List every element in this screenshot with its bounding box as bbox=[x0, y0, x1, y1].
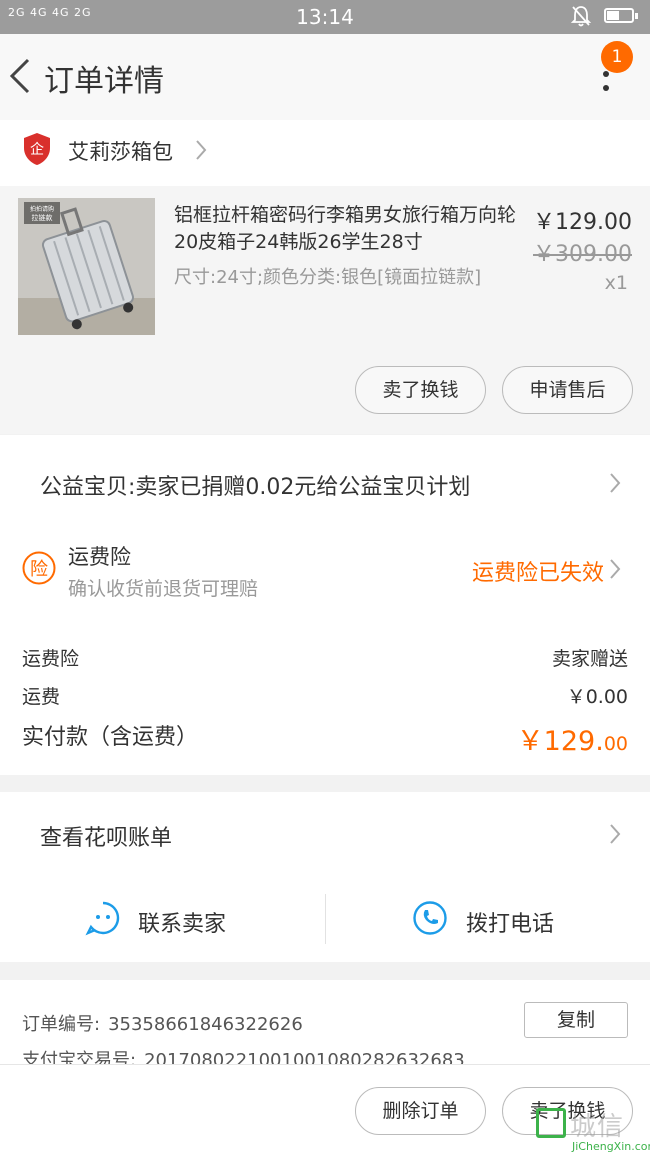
page-title: 订单详情 bbox=[44, 64, 164, 99]
call-label: 拨打电话 bbox=[466, 912, 555, 937]
cost-value: ￥0.00 bbox=[566, 686, 628, 708]
insurance-status: 运费险已失效 bbox=[471, 561, 604, 586]
svg-text:险: 险 bbox=[30, 559, 48, 580]
chevron-right-icon bbox=[610, 824, 621, 844]
shop-name: 艾莉莎箱包 bbox=[68, 140, 173, 164]
chat-face-icon bbox=[85, 901, 120, 936]
insurance-title: 运费险 bbox=[68, 545, 131, 569]
contact-seller-label: 联系卖家 bbox=[138, 912, 227, 937]
chevron-left-icon[interactable] bbox=[6, 54, 36, 98]
alipay-number-label: 支付宝交易号: bbox=[22, 1050, 137, 1064]
delete-order-button[interactable]: 删除订单 bbox=[355, 1087, 486, 1135]
total-value: ￥129.00 bbox=[516, 726, 628, 757]
sell-button[interactable]: 卖了换钱 bbox=[355, 366, 486, 414]
watermark-text: 城信 bbox=[570, 1112, 625, 1142]
order-number-line: 订单编号: 35358661846322626 bbox=[22, 1010, 303, 1036]
alipay-number-value: 2017080221001001080282632683 bbox=[144, 1050, 465, 1064]
product-title[interactable]: 铝框拉杆箱密码行李箱男女旅行箱万向轮20皮箱子24韩版26学生28寸 bbox=[174, 202, 528, 256]
svg-text:企: 企 bbox=[30, 141, 44, 158]
total-label: 实付款（含运费） bbox=[22, 725, 199, 750]
clock: 13:14 bbox=[296, 5, 354, 29]
after-sale-button[interactable]: 申请售后 bbox=[502, 366, 633, 414]
insurance-icon: 险 bbox=[22, 551, 56, 585]
order-item: 拍拍请购 拉链款 铝框拉杆箱密码行李箱男女旅行箱万向轮20皮箱子24韩版26学生… bbox=[0, 186, 650, 434]
charity-text: 公益宝贝:卖家已捐赠0.02元给公益宝贝计划 bbox=[40, 475, 471, 500]
call-button[interactable]: 拨打电话 bbox=[326, 880, 650, 962]
notification-badge: 1 bbox=[601, 41, 633, 73]
battery-icon bbox=[604, 8, 638, 23]
phone-icon bbox=[413, 901, 447, 935]
watermark-subtext: JiChengXin.com bbox=[572, 1140, 650, 1153]
huabei-text: 查看花呗账单 bbox=[40, 826, 173, 851]
product-thumbnail[interactable]: 拍拍请购 拉链款 bbox=[18, 198, 155, 335]
chevron-right-icon bbox=[610, 559, 621, 579]
thumb-tag-2: 拉链款 bbox=[32, 213, 53, 222]
contact-seller-button[interactable]: 联系卖家 bbox=[0, 880, 325, 962]
watermark-logo-icon bbox=[536, 1108, 566, 1138]
huabei-bill-row[interactable]: 查看花呗账单 bbox=[0, 792, 650, 880]
product-spec: 尺寸:24寸;颜色分类:银色[镜面拉链款] bbox=[174, 267, 482, 288]
insurance-subtitle: 确认收货前退货可理赔 bbox=[68, 578, 259, 600]
nav-bar: 订单详情 1 bbox=[0, 34, 650, 120]
cost-value: 卖家赠送 bbox=[551, 648, 628, 670]
order-number-label: 订单编号: bbox=[22, 1014, 101, 1035]
chevron-right-icon bbox=[610, 473, 621, 493]
product-quantity: x1 bbox=[604, 272, 628, 294]
thumb-tag-1: 拍拍请购 bbox=[30, 205, 54, 213]
cost-label: 运费 bbox=[22, 686, 61, 708]
cost-summary: 运费险 卖家赠送 运费 ￥0.00 实付款（含运费） ￥129.00 bbox=[0, 613, 650, 775]
cost-label: 运费险 bbox=[22, 648, 80, 670]
order-number-value: 35358661846322626 bbox=[108, 1014, 303, 1035]
order-info: 订单编号: 35358661846322626 支付宝交易号: 2017080221… bbox=[0, 980, 650, 1064]
product-price: ￥129.00 bbox=[533, 210, 632, 235]
status-bar: 2G 4G 4G 2G 13:14 bbox=[0, 0, 650, 34]
product-original-price: ￥309.00 bbox=[533, 242, 632, 267]
bell-off-icon bbox=[570, 6, 592, 27]
contact-bar: 联系卖家 拨打电话 bbox=[0, 880, 650, 962]
shipping-insurance-row[interactable]: 险 运费险 确认收货前退货可理赔 运费险已失效 bbox=[0, 531, 650, 613]
charity-row[interactable]: 公益宝贝:卖家已捐赠0.02元给公益宝贝计划 bbox=[0, 435, 650, 531]
chevron-right-icon bbox=[196, 140, 207, 160]
alipay-number-line: 支付宝交易号: 2017080221001001080282632683 bbox=[22, 1046, 465, 1064]
copy-button[interactable]: 复制 bbox=[524, 1002, 628, 1038]
enterprise-shop-icon: 企 bbox=[24, 133, 50, 165]
shop-row[interactable]: 企 艾莉莎箱包 bbox=[0, 120, 650, 186]
watermark: 城信 JiChengXin.com bbox=[528, 1106, 650, 1154]
